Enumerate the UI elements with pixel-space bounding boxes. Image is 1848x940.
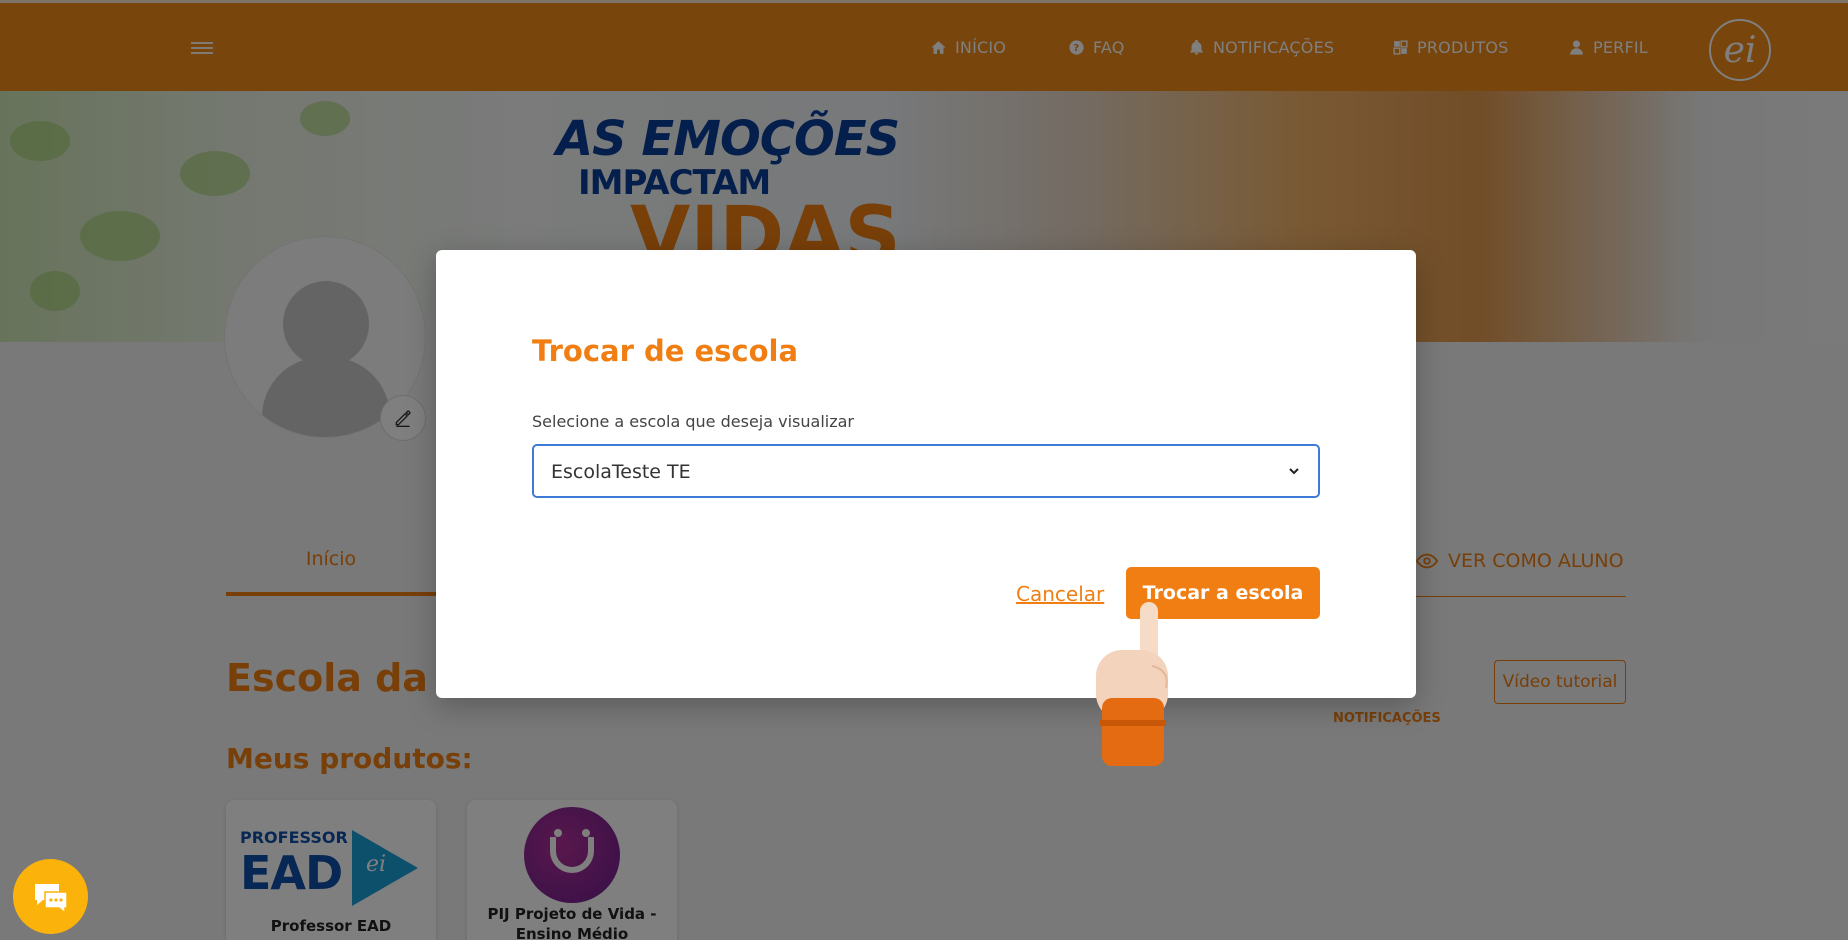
chevron-down-icon bbox=[1289, 468, 1299, 475]
school-select[interactable]: EscolaTeste TE bbox=[532, 444, 1320, 498]
pointer-hand-icon bbox=[1096, 602, 1168, 766]
chat-icon bbox=[34, 883, 68, 914]
chat-support-button[interactable] bbox=[13, 859, 88, 934]
dialog-title: Trocar de escola bbox=[532, 334, 799, 368]
change-school-dialog: Trocar de escola Selecione a escola que … bbox=[436, 250, 1416, 698]
school-select-value: EscolaTeste TE bbox=[551, 461, 691, 483]
school-select-label: Selecione a escola que deseja visualizar bbox=[532, 412, 854, 431]
